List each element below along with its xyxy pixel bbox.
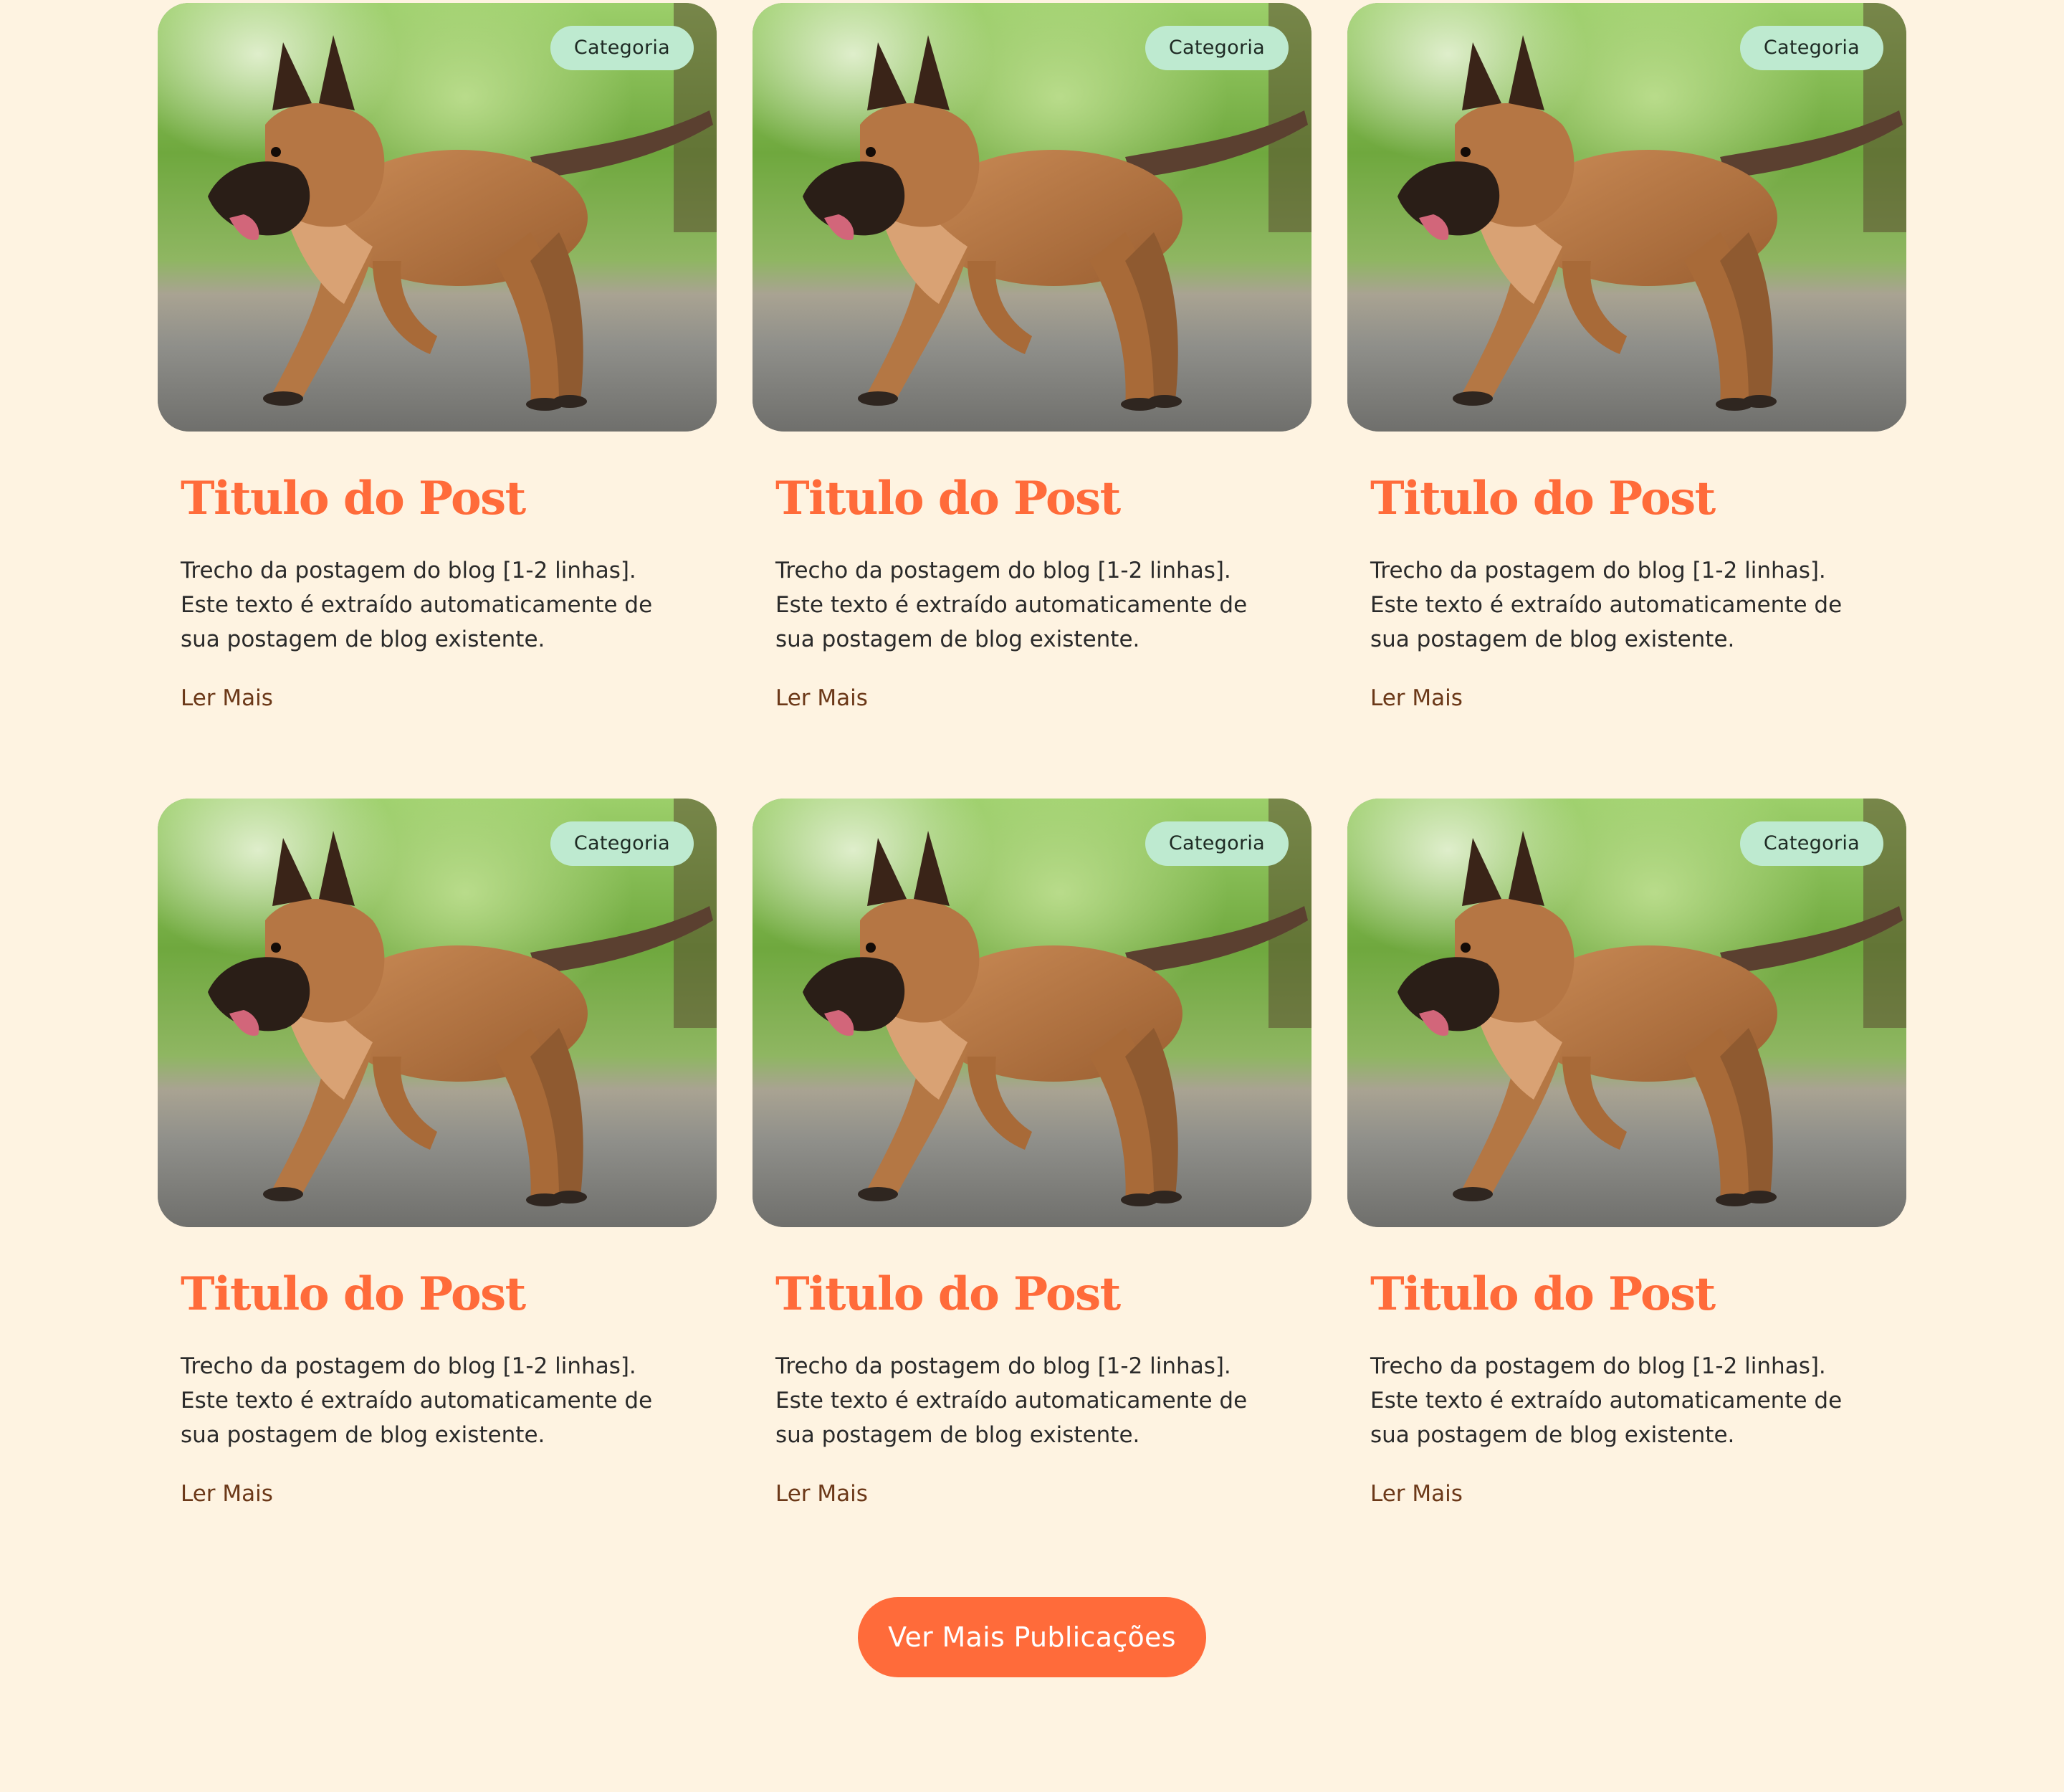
post-excerpt: Trecho da postagem do blog [1-2 linhas].…	[775, 558, 1248, 652]
post-thumbnail[interactable]: Categoria	[158, 799, 717, 1227]
blog-post-card[interactable]: Categoria Titulo do Post Trecho da posta…	[1347, 3, 1906, 720]
post-excerpt: Trecho da postagem do blog [1-2 linhas].…	[181, 1353, 653, 1448]
blog-post-card[interactable]: Categoria Titulo do Post Trecho da posta…	[158, 799, 717, 1515]
post-thumbnail[interactable]: Categoria	[1347, 799, 1906, 1227]
category-badge[interactable]: Categoria	[1739, 821, 1883, 866]
load-more-posts-button[interactable]: Ver Mais Publicações	[858, 1597, 1206, 1677]
read-more-link[interactable]: Ler Mais	[181, 1479, 273, 1508]
post-title[interactable]: Titulo do Post	[181, 1267, 694, 1322]
read-more-link[interactable]: Ler Mais	[181, 684, 273, 712]
post-excerpt: Trecho da postagem do blog [1-2 linhas].…	[775, 1353, 1248, 1448]
blog-post-card[interactable]: Categoria Titulo do Post Trecho da posta…	[158, 3, 717, 720]
post-thumbnail[interactable]: Categoria	[752, 3, 1312, 432]
post-excerpt: Trecho da postagem do blog [1-2 linhas].…	[181, 558, 653, 652]
blog-post-card[interactable]: Categoria Titulo do Post Trecho da posta…	[752, 3, 1312, 720]
post-thumbnail[interactable]: Categoria	[158, 3, 717, 432]
blog-post-grid: Categoria Titulo do Post Trecho da posta…	[158, 3, 1906, 1515]
post-title[interactable]: Titulo do Post	[775, 472, 1289, 526]
category-badge[interactable]: Categoria	[1145, 26, 1289, 70]
post-thumbnail[interactable]: Categoria	[752, 799, 1312, 1227]
post-thumbnail[interactable]: Categoria	[1347, 3, 1906, 432]
category-badge[interactable]: Categoria	[1145, 821, 1289, 866]
category-badge[interactable]: Categoria	[550, 26, 694, 70]
post-title[interactable]: Titulo do Post	[1370, 1267, 1883, 1322]
category-badge[interactable]: Categoria	[550, 821, 694, 866]
post-excerpt: Trecho da postagem do blog [1-2 linhas].…	[1370, 558, 1843, 652]
read-more-link[interactable]: Ler Mais	[775, 684, 868, 712]
category-badge[interactable]: Categoria	[1739, 26, 1883, 70]
blog-post-card[interactable]: Categoria Titulo do Post Trecho da posta…	[752, 799, 1312, 1515]
post-title[interactable]: Titulo do Post	[1370, 472, 1883, 526]
post-title[interactable]: Titulo do Post	[181, 472, 694, 526]
read-more-link[interactable]: Ler Mais	[1370, 1479, 1463, 1508]
read-more-link[interactable]: Ler Mais	[775, 1479, 868, 1508]
blog-post-card[interactable]: Categoria Titulo do Post Trecho da posta…	[1347, 799, 1906, 1515]
post-title[interactable]: Titulo do Post	[775, 1267, 1289, 1322]
post-excerpt: Trecho da postagem do blog [1-2 linhas].…	[1370, 1353, 1843, 1448]
read-more-link[interactable]: Ler Mais	[1370, 684, 1463, 712]
